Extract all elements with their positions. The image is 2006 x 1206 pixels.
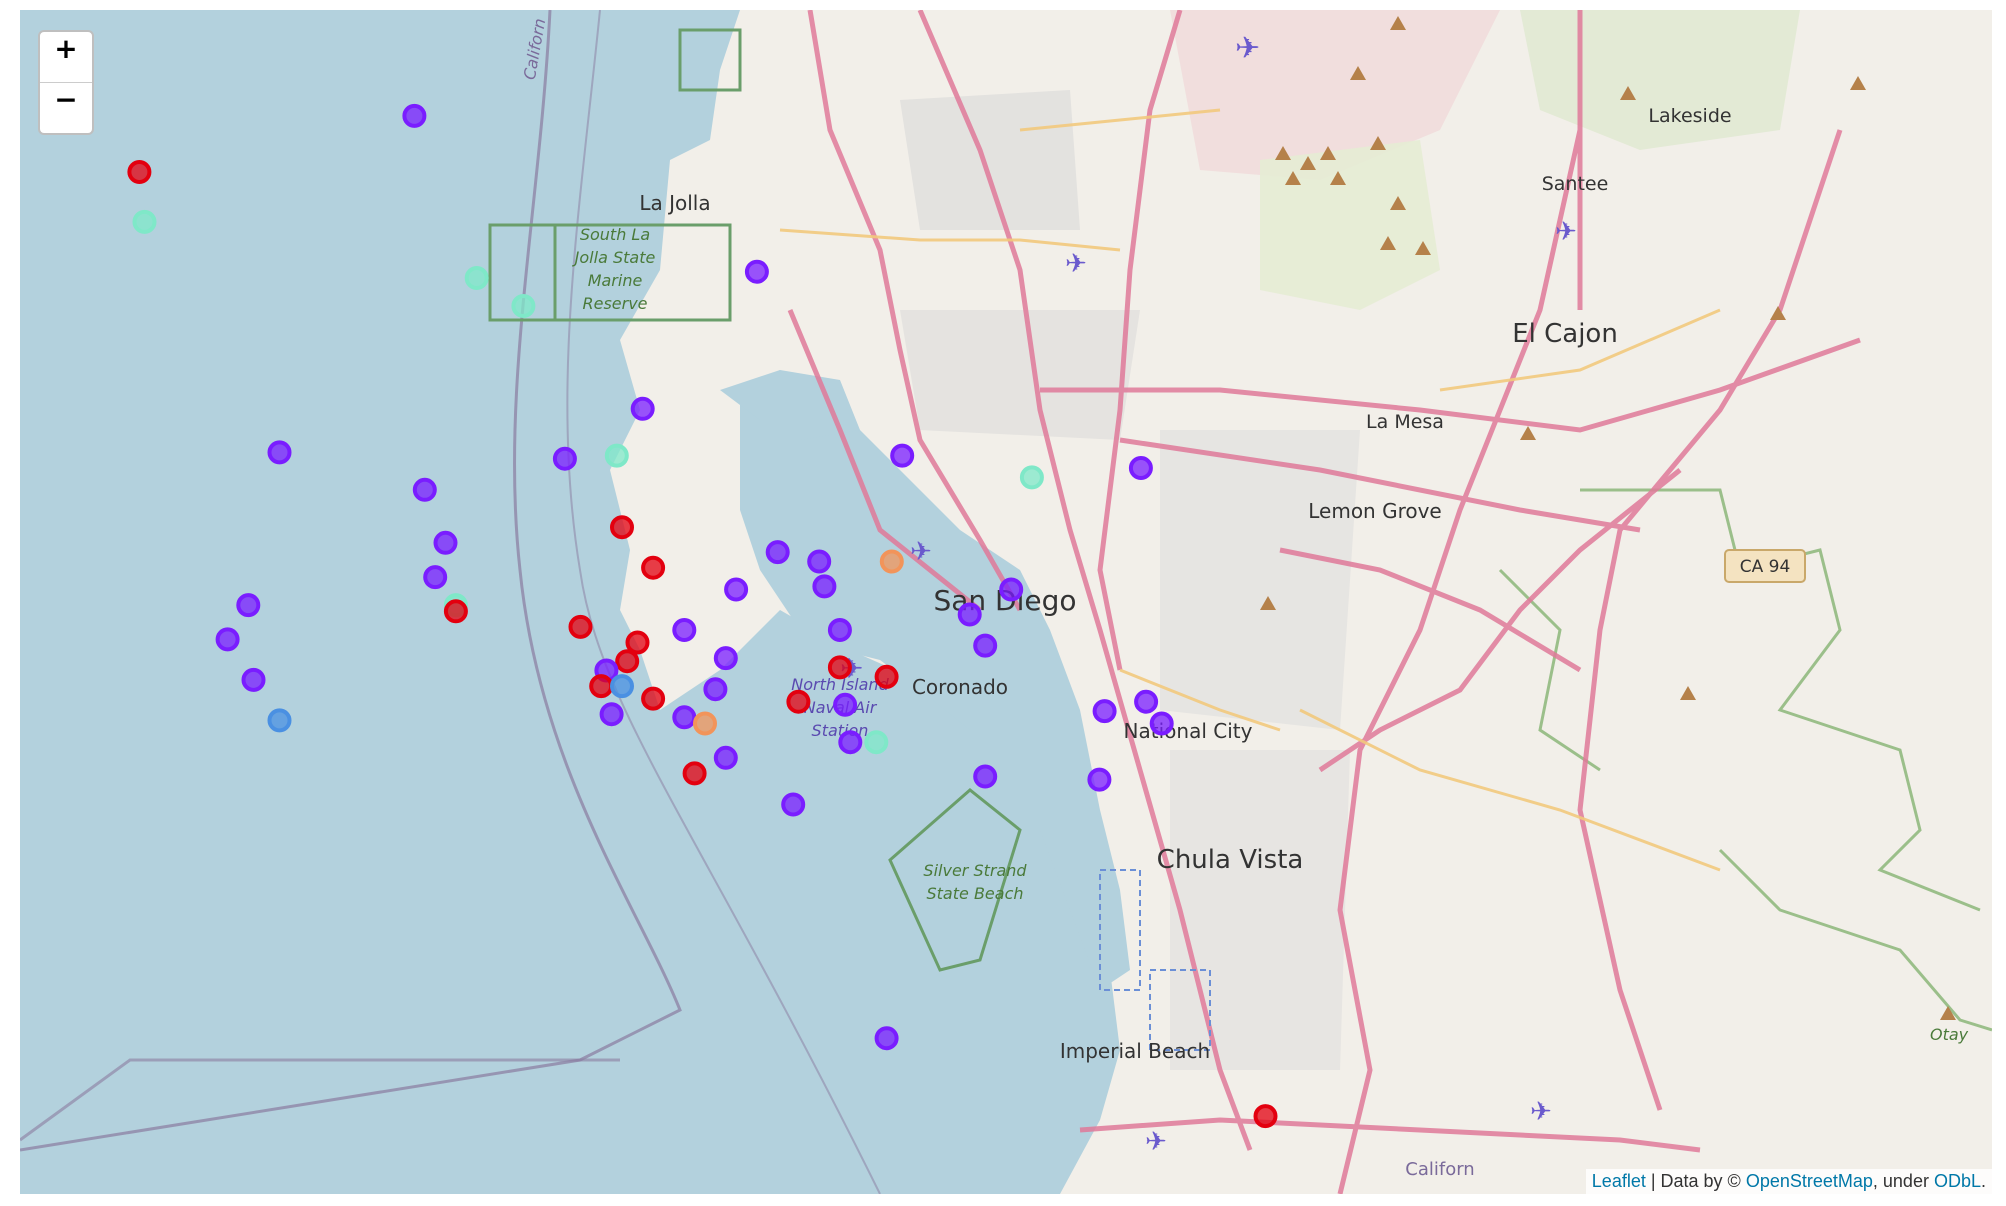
map-marker-teal[interactable] (132, 209, 157, 234)
map-marker-purple[interactable] (812, 574, 837, 599)
map-marker-red[interactable] (625, 630, 650, 655)
attribution: Leaflet | Data by © OpenStreetMap, under… (1585, 1169, 1992, 1194)
leaflet-link[interactable]: Leaflet (1592, 1171, 1646, 1191)
map-marker-red[interactable] (641, 555, 666, 580)
map-marker-purple[interactable] (1087, 767, 1112, 792)
map-marker-red[interactable] (615, 649, 640, 674)
map-marker-purple[interactable] (215, 627, 240, 652)
map-marker-purple[interactable] (412, 477, 437, 502)
map-marker-teal[interactable] (511, 294, 536, 318)
zoom-out-button[interactable]: − (40, 82, 92, 133)
map-marker-purple[interactable] (827, 618, 852, 642)
map-marker-purple[interactable] (838, 730, 863, 755)
map-marker-purple[interactable] (599, 702, 624, 727)
marker-layer[interactable] (20, 10, 1992, 1194)
map-marker-purple[interactable] (765, 540, 790, 565)
map-marker-purple[interactable] (713, 646, 738, 671)
map-marker-blue[interactable] (267, 708, 292, 733)
map-marker-red[interactable] (682, 761, 707, 786)
map-marker-purple[interactable] (744, 259, 769, 284)
map-marker-purple[interactable] (1149, 711, 1174, 736)
map-marker-red[interactable] (827, 655, 852, 680)
map-marker-purple[interactable] (890, 443, 915, 468)
map-marker-orange[interactable] (693, 711, 717, 736)
map-marker-purple[interactable] (672, 705, 697, 730)
map-marker-teal[interactable] (1019, 465, 1044, 490)
map-marker-red[interactable] (1253, 1104, 1278, 1129)
map-marker-purple[interactable] (433, 530, 458, 555)
map-marker-purple[interactable] (973, 764, 998, 789)
map-marker-red[interactable] (610, 515, 634, 540)
zoom-in-button[interactable]: + (40, 32, 92, 82)
map-marker-red[interactable] (786, 689, 811, 714)
map-marker-purple[interactable] (807, 549, 832, 574)
map-marker-purple[interactable] (703, 677, 728, 702)
map-marker-purple[interactable] (874, 1026, 899, 1051)
map-marker-purple[interactable] (713, 745, 738, 770)
osm-link[interactable]: OpenStreetMap (1746, 1171, 1873, 1191)
map-marker-purple[interactable] (672, 618, 697, 642)
map-marker-purple[interactable] (236, 593, 261, 618)
map-marker-orange[interactable] (879, 549, 904, 574)
map-marker-red[interactable] (641, 686, 666, 711)
map-marker-purple[interactable] (241, 667, 266, 692)
map-marker-purple[interactable] (833, 692, 858, 717)
map-marker-blue[interactable] (610, 674, 634, 699)
map-marker-red[interactable] (874, 664, 899, 689)
map-marker-red[interactable] (589, 674, 614, 699)
map-marker-purple[interactable] (973, 633, 998, 658)
map-marker-purple[interactable] (423, 565, 448, 590)
map-marker-purple[interactable] (724, 577, 749, 602)
map-marker-purple[interactable] (1092, 699, 1117, 724)
map-marker-purple[interactable] (1128, 456, 1153, 480)
map-marker-purple[interactable] (781, 792, 806, 817)
map-marker-teal[interactable] (464, 266, 489, 290)
map-marker-red[interactable] (127, 160, 152, 184)
map-marker-purple[interactable] (267, 440, 292, 465)
map-marker-red[interactable] (443, 599, 468, 624)
map-marker-purple[interactable] (957, 602, 982, 627)
map-marker-purple[interactable] (999, 577, 1024, 602)
map-marker-teal[interactable] (604, 443, 629, 468)
map-marker-purple[interactable] (402, 103, 427, 128)
map-marker-teal[interactable] (864, 730, 889, 755)
map-marker-red[interactable] (568, 614, 593, 639)
zoom-control: + − (38, 30, 94, 135)
map-marker-purple[interactable] (552, 446, 577, 471)
odbl-link[interactable]: ODbL (1934, 1171, 1981, 1191)
map-viewport[interactable]: ✈ ✈ ✈ ✈ ✈ ✈ ✈ La Jolla South La J (20, 10, 1992, 1194)
map-marker-purple[interactable] (1134, 689, 1159, 714)
map-marker-purple[interactable] (630, 396, 655, 421)
